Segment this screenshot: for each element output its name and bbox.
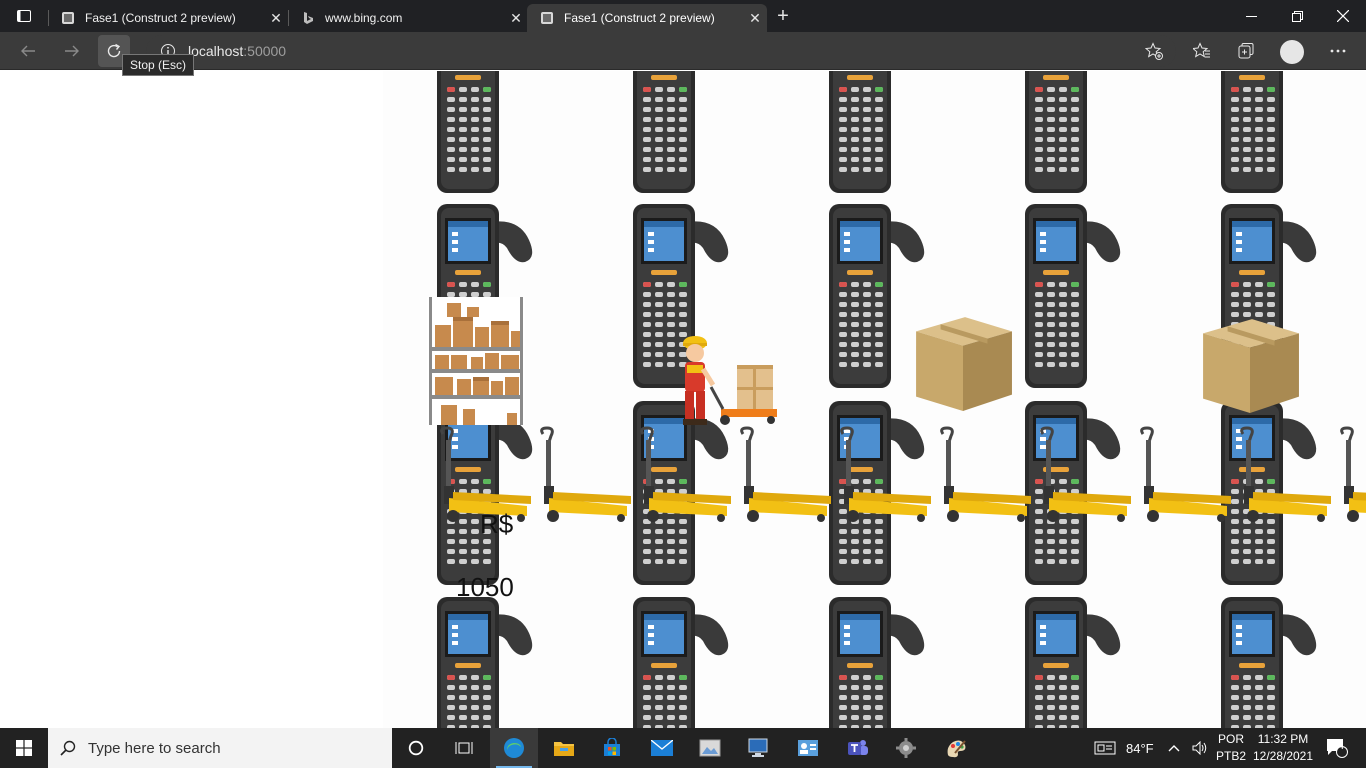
url-host: localhost [188, 43, 244, 59]
keyboard-layout: PTB2 [1215, 749, 1246, 763]
barcode-scanner-tile [1213, 71, 1323, 195]
favorites-icon[interactable] [1186, 35, 1218, 67]
barcode-scanner-tile [1017, 593, 1127, 728]
pallet-jack-tile [635, 426, 735, 526]
currency-label: R$ [480, 509, 514, 539]
clock-date: 12/28/2021 [1252, 749, 1314, 763]
collections-icon[interactable] [1230, 35, 1262, 67]
warehouse-shelf-sprite[interactable] [427, 297, 525, 425]
windows-start-icon[interactable] [0, 728, 48, 768]
language-code: POR [1217, 732, 1244, 746]
url-port: :50000 [243, 43, 287, 59]
close-icon[interactable]: ✕ [504, 10, 528, 27]
weather-temp: 84°F [1126, 740, 1154, 756]
browser-toolbar: localhost:50000 [0, 32, 1366, 70]
task-view-icon[interactable] [440, 728, 488, 768]
forward-arrow-icon[interactable] [56, 35, 88, 67]
cardboard-box-sprite[interactable] [1199, 313, 1301, 415]
search-icon [48, 740, 88, 756]
restore-icon[interactable] [1274, 0, 1320, 32]
money-counter: 1050 [456, 572, 514, 602]
taskbar-search-input[interactable]: Type here to search [48, 728, 392, 768]
microsoft-store-icon[interactable] [588, 728, 636, 768]
notification-count: 4 [1337, 740, 1345, 752]
settings-gear-icon[interactable] [882, 728, 930, 768]
tab-title: www.bing.com [325, 11, 403, 25]
tab-title: Fase1 (Construct 2 preview) [85, 11, 236, 25]
barcode-scanner-tile [429, 71, 539, 195]
worker-player-sprite[interactable] [677, 329, 777, 427]
url-text[interactable]: localhost:50000 [188, 43, 286, 59]
barcode-scanner-tile [625, 593, 735, 728]
page-favicon-icon [60, 10, 76, 26]
contacts-app-icon[interactable] [784, 728, 832, 768]
mail-icon[interactable] [638, 728, 686, 768]
cardboard-box-sprite[interactable] [912, 311, 1014, 413]
back-arrow-icon[interactable] [12, 35, 44, 67]
profile-avatar[interactable] [1280, 40, 1304, 64]
barcode-scanner-tile [821, 593, 931, 728]
clock-time: 11:32 PM [1257, 732, 1309, 746]
add-favorite-icon[interactable] [1138, 35, 1170, 67]
barcode-scanner-tile [625, 71, 735, 195]
barcode-scanner-tile [1213, 593, 1323, 728]
more-options-icon[interactable] [1322, 35, 1354, 67]
page-viewport: R$ 1050 [0, 71, 1366, 728]
cortana-icon[interactable] [392, 728, 440, 768]
windows-taskbar: Type here to search 84°F POR PTB2 11:32 … [0, 728, 1366, 768]
pallet-jack-tile [1335, 426, 1366, 526]
pallet-jack-tile [835, 426, 935, 526]
pallet-jack-tile [935, 426, 1035, 526]
new-tab-button[interactable]: + [770, 4, 796, 28]
page-favicon-icon [539, 10, 555, 26]
file-explorer-icon[interactable] [540, 728, 588, 768]
tab-fase1-active[interactable]: Fase1 (Construct 2 preview) ✕ [527, 4, 767, 32]
notifications-icon[interactable]: 4 [1322, 728, 1352, 768]
barcode-scanner-tile [429, 593, 539, 728]
stop-tooltip: Stop (Esc) [122, 54, 195, 76]
volume-icon[interactable] [1192, 728, 1208, 768]
pallet-jack-tile [1235, 426, 1335, 526]
pallet-jack-tile [1135, 426, 1235, 526]
tab-actions-icon[interactable] [8, 5, 40, 27]
photo-viewer-icon[interactable] [686, 728, 734, 768]
close-icon[interactable]: ✕ [264, 10, 288, 27]
input-language-indicator[interactable]: POR PTB2 [1214, 731, 1248, 765]
window-close-icon[interactable] [1320, 0, 1366, 32]
barcode-scanner-tile [821, 71, 931, 195]
tab-fase1-first[interactable]: Fase1 (Construct 2 preview) ✕ [48, 4, 288, 32]
tab-title: Fase1 (Construct 2 preview) [564, 11, 715, 25]
pallet-jack-tile [1035, 426, 1135, 526]
weather-widget[interactable]: 84°F [1094, 728, 1154, 768]
edge-browser-icon[interactable] [490, 728, 538, 768]
game-canvas[interactable]: R$ 1050 [383, 71, 1366, 728]
barcode-scanner-tile [1017, 200, 1127, 390]
browser-tab-strip: Fase1 (Construct 2 preview) ✕ www.bing.c… [0, 0, 1366, 32]
show-hidden-icons-chevron-icon[interactable] [1168, 728, 1180, 768]
taskbar-clock[interactable]: 11:32 PM 12/28/2021 [1250, 731, 1316, 765]
teams-icon[interactable] [834, 728, 882, 768]
weather-icon [1094, 741, 1116, 755]
address-bar[interactable]: localhost:50000 [146, 35, 1176, 67]
tab-bing[interactable]: www.bing.com ✕ [288, 4, 528, 32]
close-icon[interactable]: ✕ [743, 10, 767, 27]
pallet-jack-tile [735, 426, 835, 526]
pallet-jack-tile [535, 426, 635, 526]
search-placeholder: Type here to search [88, 739, 221, 757]
page-favicon-icon [300, 10, 316, 26]
minimize-icon[interactable] [1228, 0, 1274, 32]
barcode-scanner-tile [1017, 71, 1127, 195]
paint-icon[interactable] [932, 728, 980, 768]
remote-desktop-icon[interactable] [734, 728, 782, 768]
